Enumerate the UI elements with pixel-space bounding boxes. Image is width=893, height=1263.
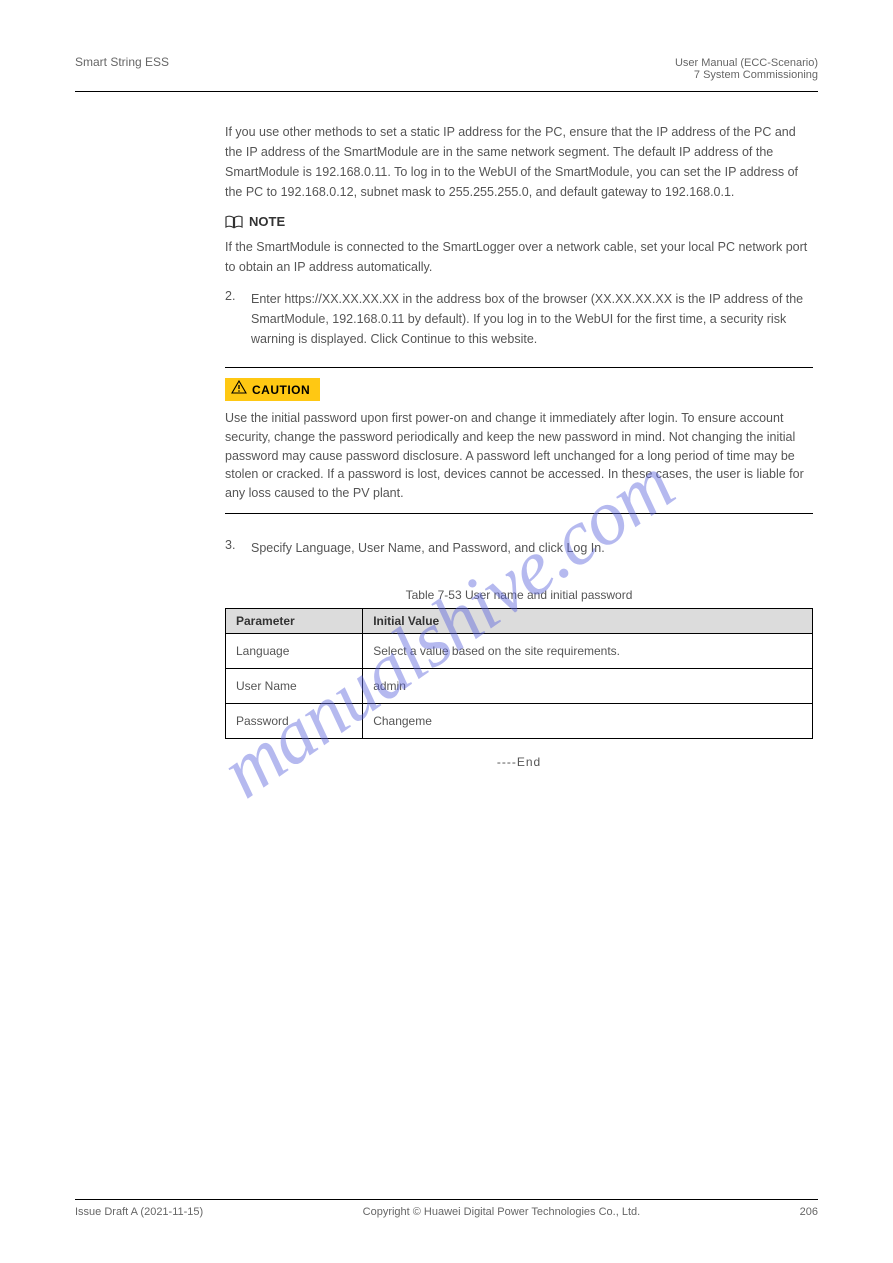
caution-callout: CAUTION Use the initial password upon fi… [225,367,813,514]
table-header-initial-value: Initial Value [363,608,813,633]
caution-text: Use the initial password upon first powe… [225,409,813,503]
header-rule [75,91,818,92]
cell-value: admin [363,668,813,703]
intro-paragraph: If you use other methods to set a static… [225,122,813,202]
cell-value: Select a value based on the site require… [363,633,813,668]
step-2-text: Enter https://XX.XX.XX.XX in the address… [251,289,813,349]
footer-left: Issue Draft A (2021-11-15) [75,1206,203,1218]
cell-value: Changeme [363,703,813,738]
step-number: 2. [225,289,243,349]
page-footer: Issue Draft A (2021-11-15) Copyright © H… [75,1199,818,1218]
header-left: Smart String ESS [75,55,675,69]
footer-center: Copyright © Huawei Digital Power Technol… [363,1206,641,1218]
table-header-row: Parameter Initial Value [226,608,813,633]
cell-parameter: Password [226,703,363,738]
table-row: Language Select a value based on the sit… [226,633,813,668]
table-row: User Name admin [226,668,813,703]
page-header: Smart String ESS User Manual (ECC-Scenar… [75,55,818,81]
warning-triangle-icon [231,380,247,399]
credentials-table: Parameter Initial Value Language Select … [225,608,813,739]
section-end: ----End [225,753,813,772]
step-3: 3. Specify Language, User Name, and Pass… [225,538,813,558]
caution-badge: CAUTION [225,378,320,401]
header-right-title: User Manual (ECC-Scenario) [675,57,818,69]
header-right: User Manual (ECC-Scenario) 7 System Comm… [675,57,818,81]
cell-parameter: User Name [226,668,363,703]
table-row: Password Changeme [226,703,813,738]
header-right-sub: 7 System Commissioning [675,69,818,81]
caution-label: CAUTION [252,383,310,397]
step-2: 2. Enter https://XX.XX.XX.XX in the addr… [225,289,813,349]
note-label: NOTE [249,214,285,229]
note-callout: NOTE [225,214,813,229]
step-3-text: Specify Language, User Name, and Passwor… [251,538,813,558]
cell-parameter: Language [226,633,363,668]
content-area: If you use other methods to set a static… [75,122,818,772]
table-caption: Table 7-53 User name and initial passwor… [225,588,813,602]
footer-rule [75,1199,818,1200]
note-text: If the SmartModule is connected to the S… [225,237,813,277]
book-icon [225,215,243,229]
step-number: 3. [225,538,243,558]
table-header-parameter: Parameter [226,608,363,633]
footer-right: 206 [800,1206,818,1218]
